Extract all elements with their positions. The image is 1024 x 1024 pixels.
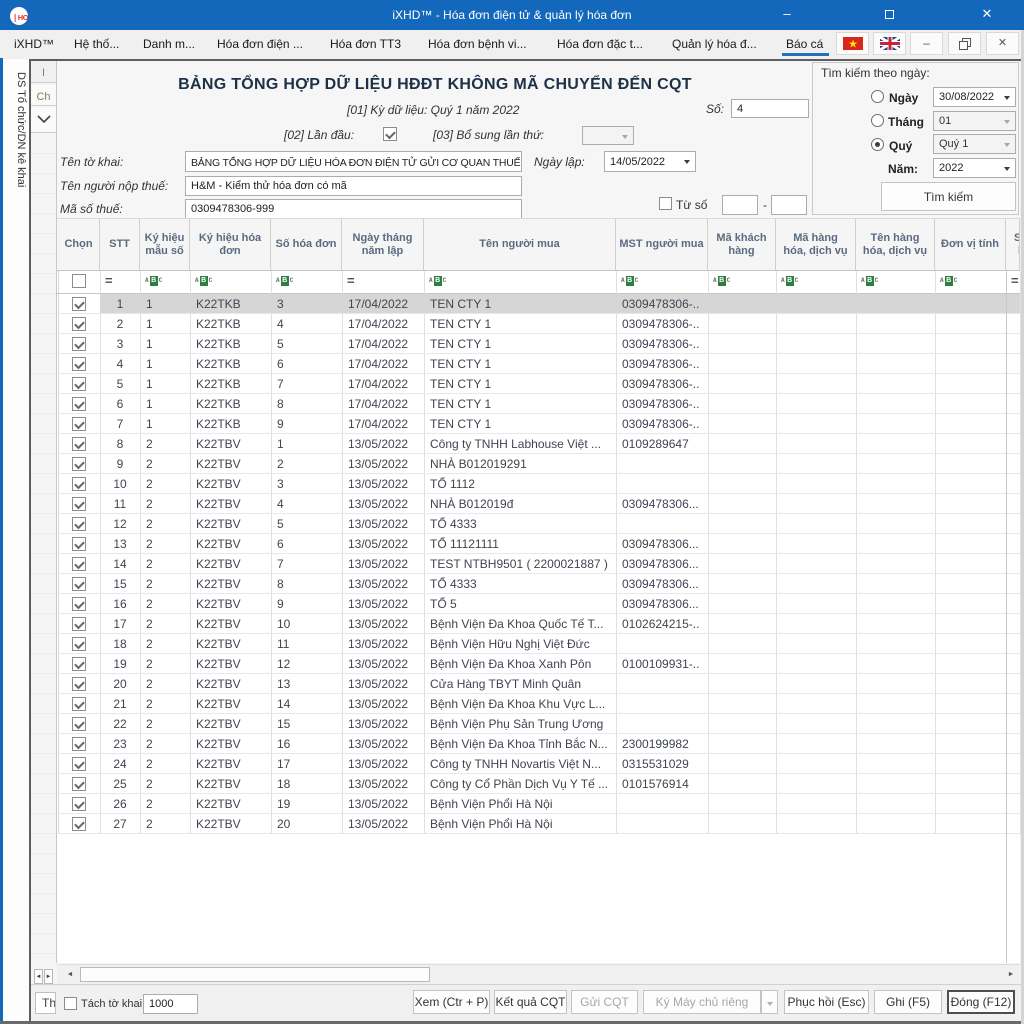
svg-text:★: ★ [848, 39, 858, 51]
